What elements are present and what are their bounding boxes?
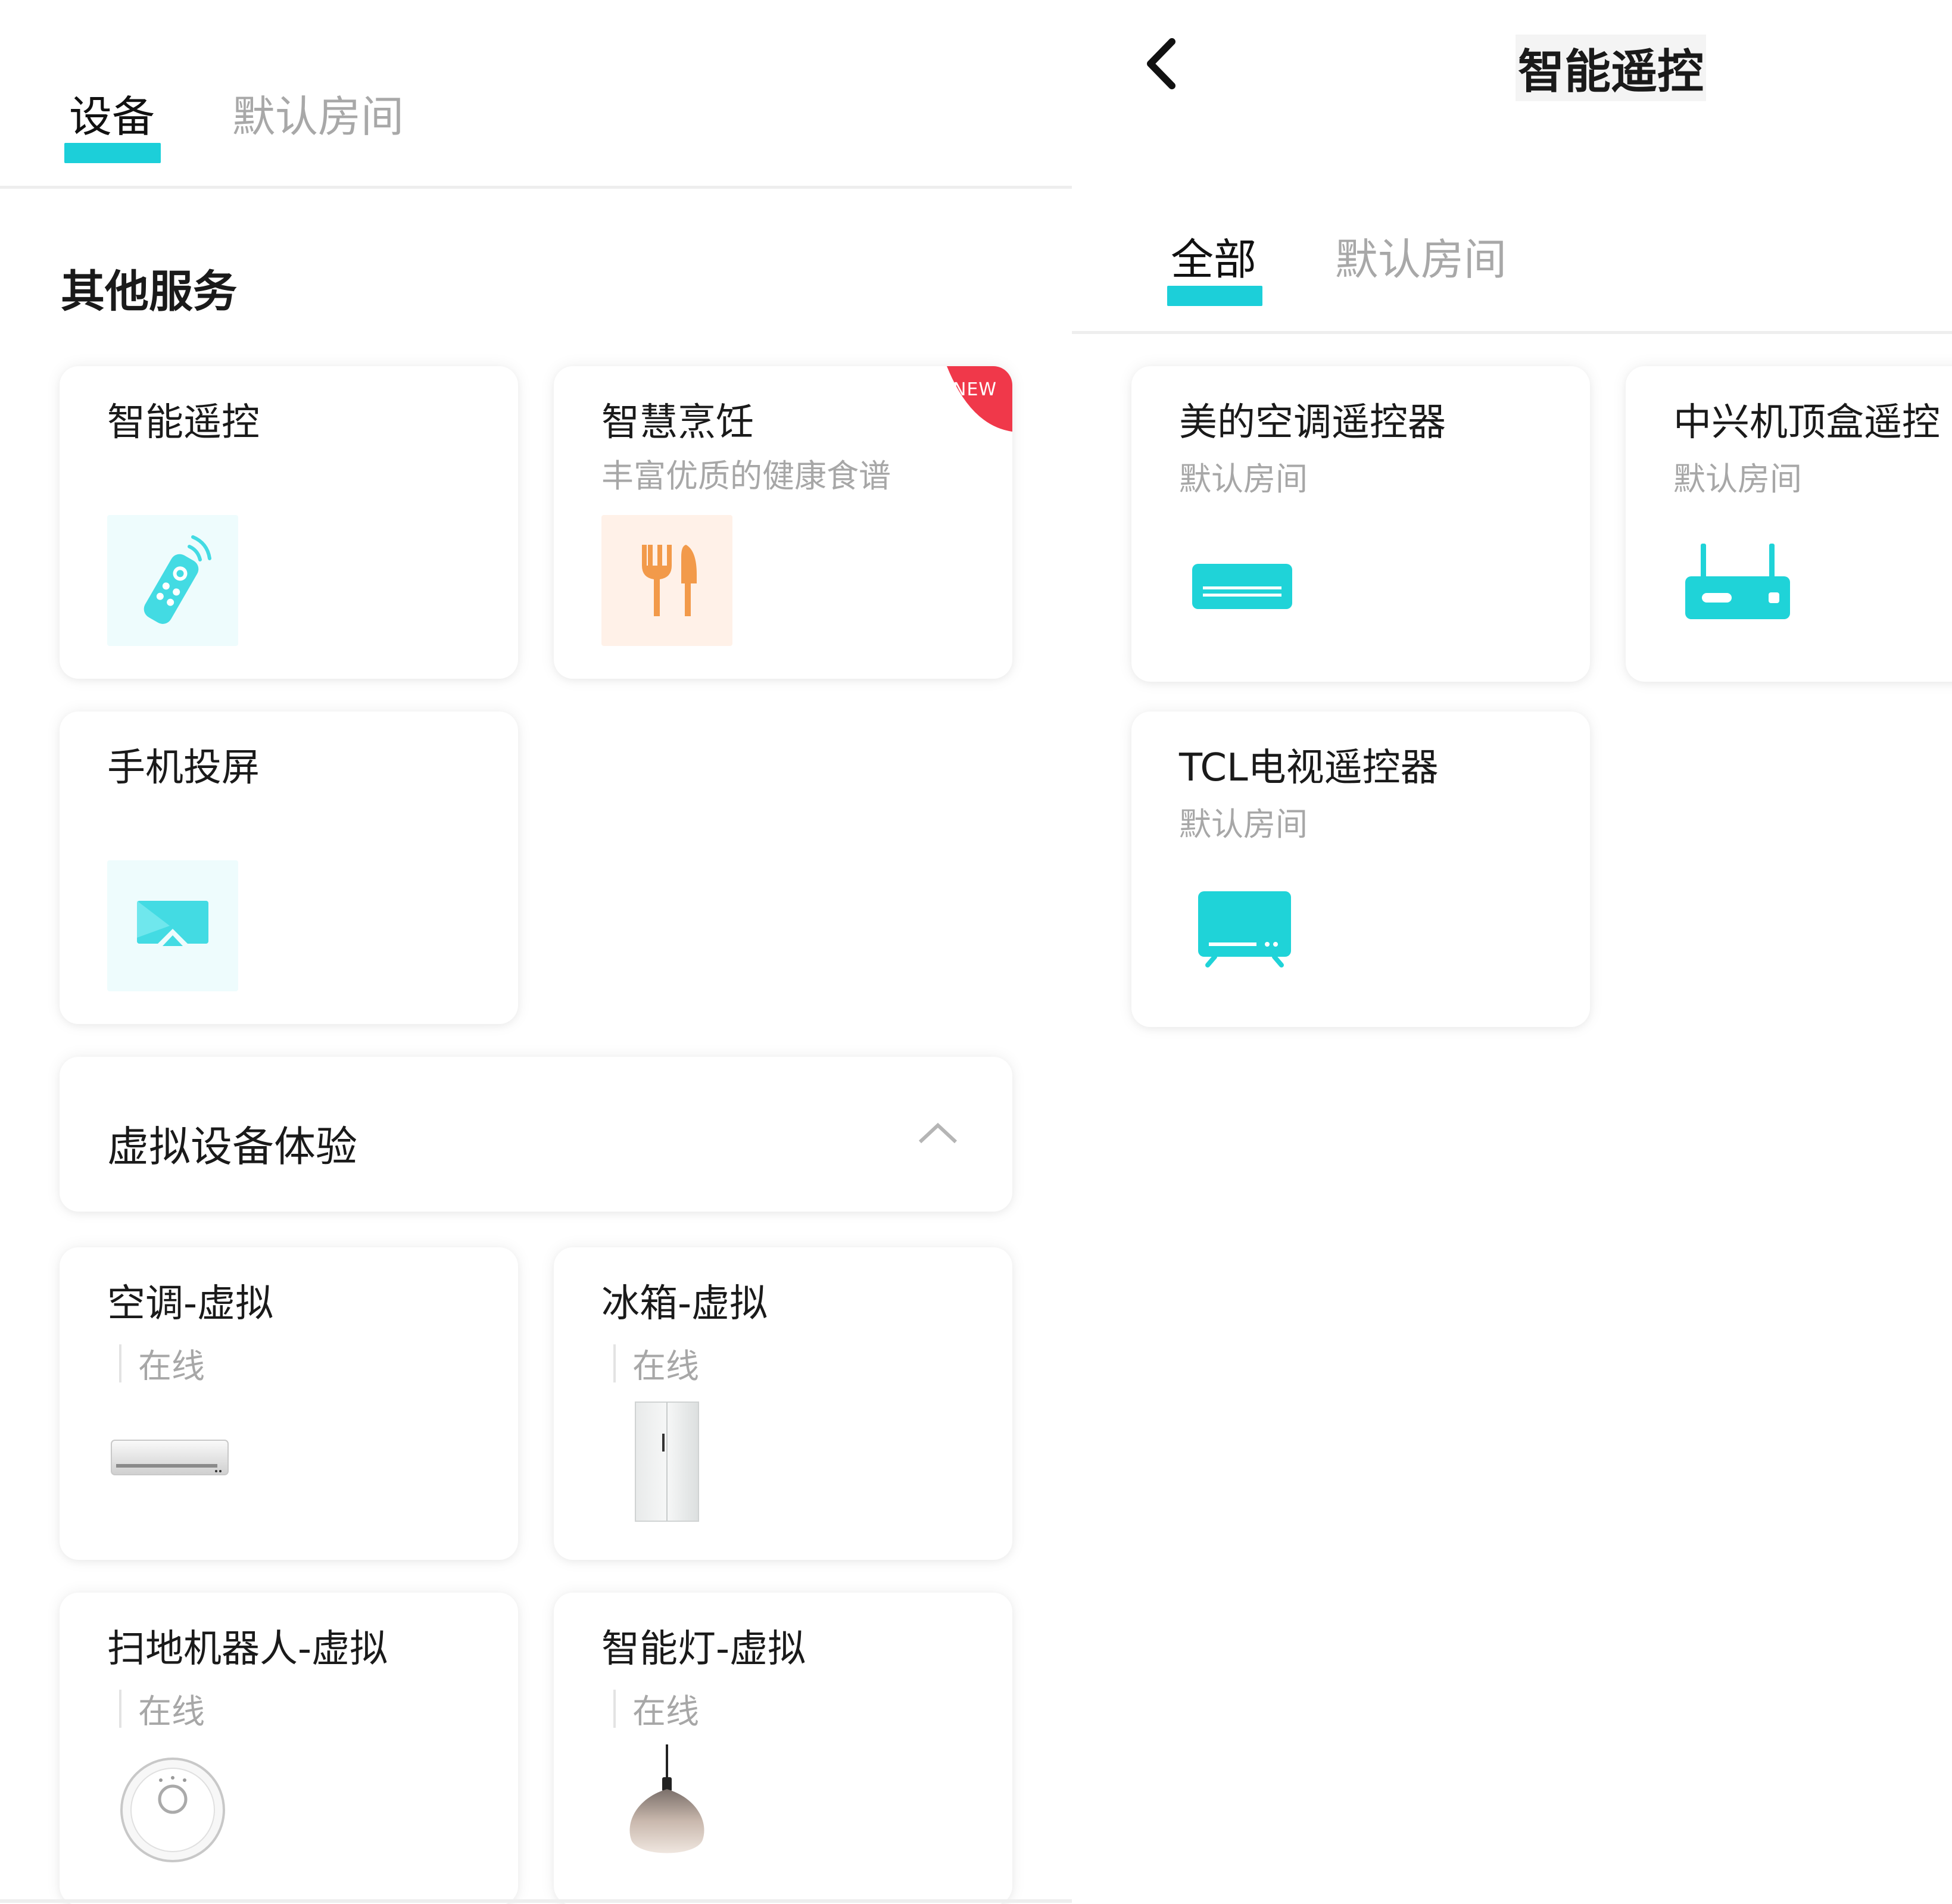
card-room: 默认房间 [1179, 806, 1308, 843]
status-badge: 在线 [119, 1688, 205, 1731]
card-title: 空调-虚拟 [107, 1282, 274, 1326]
card-title: 智能遥控 [107, 401, 260, 445]
service-card-smart-remote[interactable]: 智能遥控 [60, 366, 518, 679]
set-top-box-icon [1684, 544, 1791, 623]
tab-devices[interactable]: 设备 [69, 95, 155, 138]
tab-default-room[interactable]: 默认房间 [1335, 238, 1507, 281]
tab-divider [0, 186, 1072, 189]
tab-default-room[interactable]: 默认房间 [232, 95, 404, 138]
status-badge: 在线 [613, 1343, 699, 1386]
active-tab-indicator [1167, 286, 1262, 306]
page-title: 智能遥控 [1516, 35, 1707, 101]
active-tab-indicator [64, 143, 161, 163]
card-title: 冰箱-虚拟 [601, 1282, 768, 1326]
virtual-device-smart-lamp[interactable]: 智能灯-虚拟 在线 [554, 1593, 1012, 1904]
virtual-device-robot-vacuum[interactable]: 扫地机器人-虚拟 在线 [60, 1593, 518, 1904]
virtual-devices-title: 虚拟设备体验 [107, 1122, 357, 1171]
chevron-left-icon[interactable] [1143, 37, 1179, 93]
remote-card-ac[interactable]: 美的空调遥控器 默认房间 [1131, 366, 1590, 682]
air-conditioner-image [110, 1438, 229, 1482]
status-badge: 在线 [119, 1343, 205, 1386]
fork-knife-icon [601, 515, 732, 646]
refrigerator-image [634, 1401, 700, 1525]
service-card-smart-cooking[interactable]: 智慧烹饪 丰富优质的健康食谱 NEW [554, 366, 1012, 679]
tv-icon [1197, 890, 1292, 970]
pendant-lamp-image [619, 1744, 715, 1866]
card-title: 美的空调遥控器 [1179, 401, 1446, 445]
card-title: TCL电视遥控器 [1179, 746, 1439, 790]
virtual-device-refrigerator[interactable]: 冰箱-虚拟 在线 [554, 1247, 1012, 1560]
other-services-title: 其他服务 [61, 266, 237, 317]
bottom-divider [0, 1899, 1072, 1903]
virtual-device-air-conditioner[interactable]: 空调-虚拟 在线 [60, 1247, 518, 1560]
remote-card-tv[interactable]: TCL电视遥控器 默认房间 [1131, 711, 1590, 1027]
chevron-up-icon[interactable] [917, 1119, 959, 1148]
card-room: 默认房间 [1179, 460, 1308, 498]
card-title: 智能灯-虚拟 [601, 1627, 806, 1671]
card-title: 手机投屏 [107, 746, 260, 790]
card-title: 智慧烹饪 [601, 401, 754, 445]
status-badge: 在线 [613, 1688, 699, 1731]
card-title: 扫地机器人-虚拟 [107, 1627, 388, 1671]
card-title: 中兴机顶盒遥控 [1673, 401, 1940, 445]
remote-panel: 智能遥控 全部 默认房间 美的空调遥控器 默认房间 中兴机顶盒遥控 默认房间 T… [1072, 0, 1952, 1904]
remote-card-set-top-box[interactable]: 中兴机顶盒遥控 默认房间 [1626, 366, 1952, 682]
tab-divider [1072, 331, 1952, 334]
remote-control-icon [107, 515, 238, 646]
air-conditioner-icon [1191, 563, 1293, 613]
service-card-screen-cast[interactable]: 手机投屏 [60, 711, 518, 1024]
robot-vacuum-image [119, 1756, 226, 1866]
new-badge: NEW [947, 366, 1012, 432]
card-subtitle: 丰富优质的健康食谱 [601, 457, 891, 495]
device-panel: 设备 默认房间 其他服务 智能遥控 智慧烹饪 丰富优质的健康食谱 NEW 手机投… [0, 0, 1072, 1904]
virtual-devices-header[interactable]: 虚拟设备体验 [60, 1057, 1012, 1212]
card-room: 默认房间 [1673, 460, 1802, 498]
tab-all[interactable]: 全部 [1171, 238, 1256, 281]
screen-cast-icon [107, 860, 238, 991]
